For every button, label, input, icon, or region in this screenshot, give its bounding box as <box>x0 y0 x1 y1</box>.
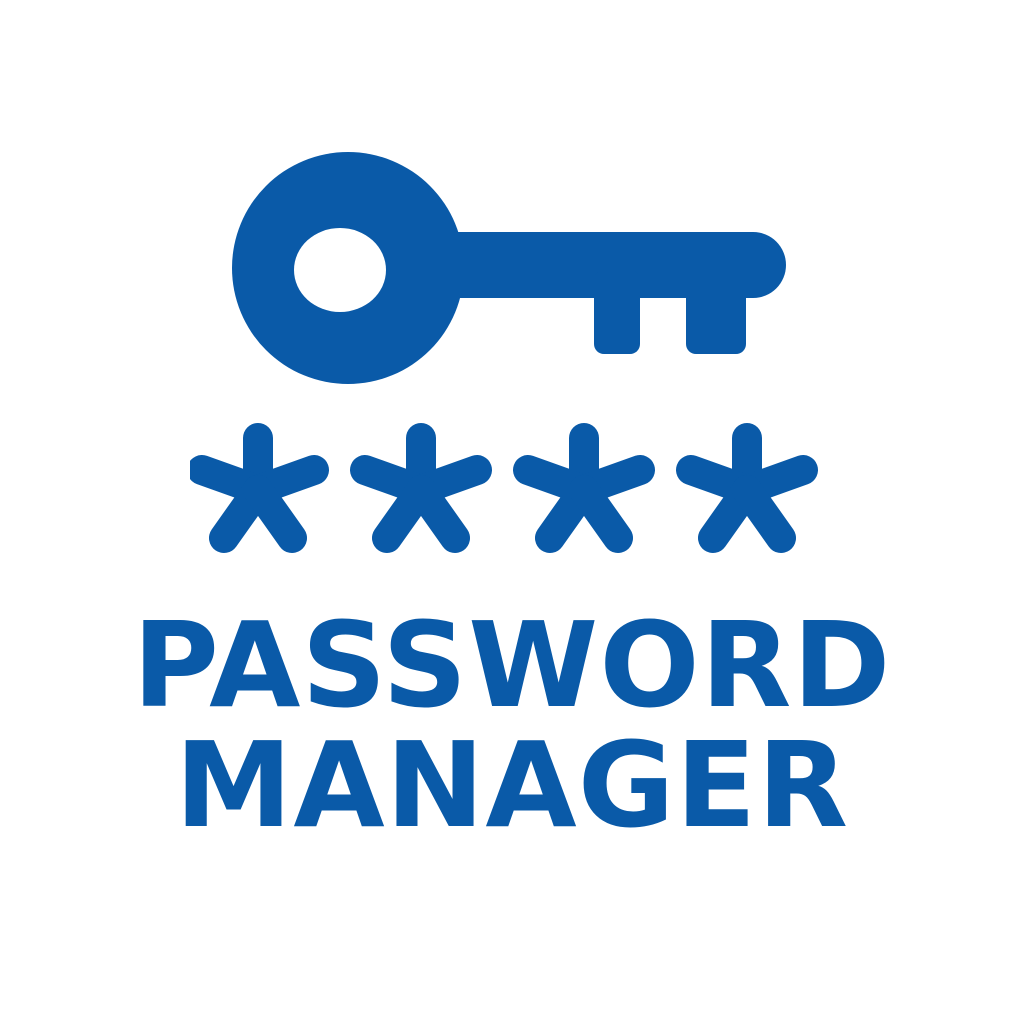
logo-title-line-2: MANAGER <box>174 716 850 854</box>
asterisk-icon <box>691 438 803 538</box>
asterisk-icon <box>365 438 477 538</box>
asterisk-icon <box>528 438 640 538</box>
logo-canvas: PASSWORD MANAGER <box>0 0 1024 1024</box>
password-mask <box>190 420 820 560</box>
key-icon <box>232 152 786 384</box>
logo-title-line-1: PASSWORD <box>132 596 892 734</box>
asterisk-icon <box>202 438 314 538</box>
